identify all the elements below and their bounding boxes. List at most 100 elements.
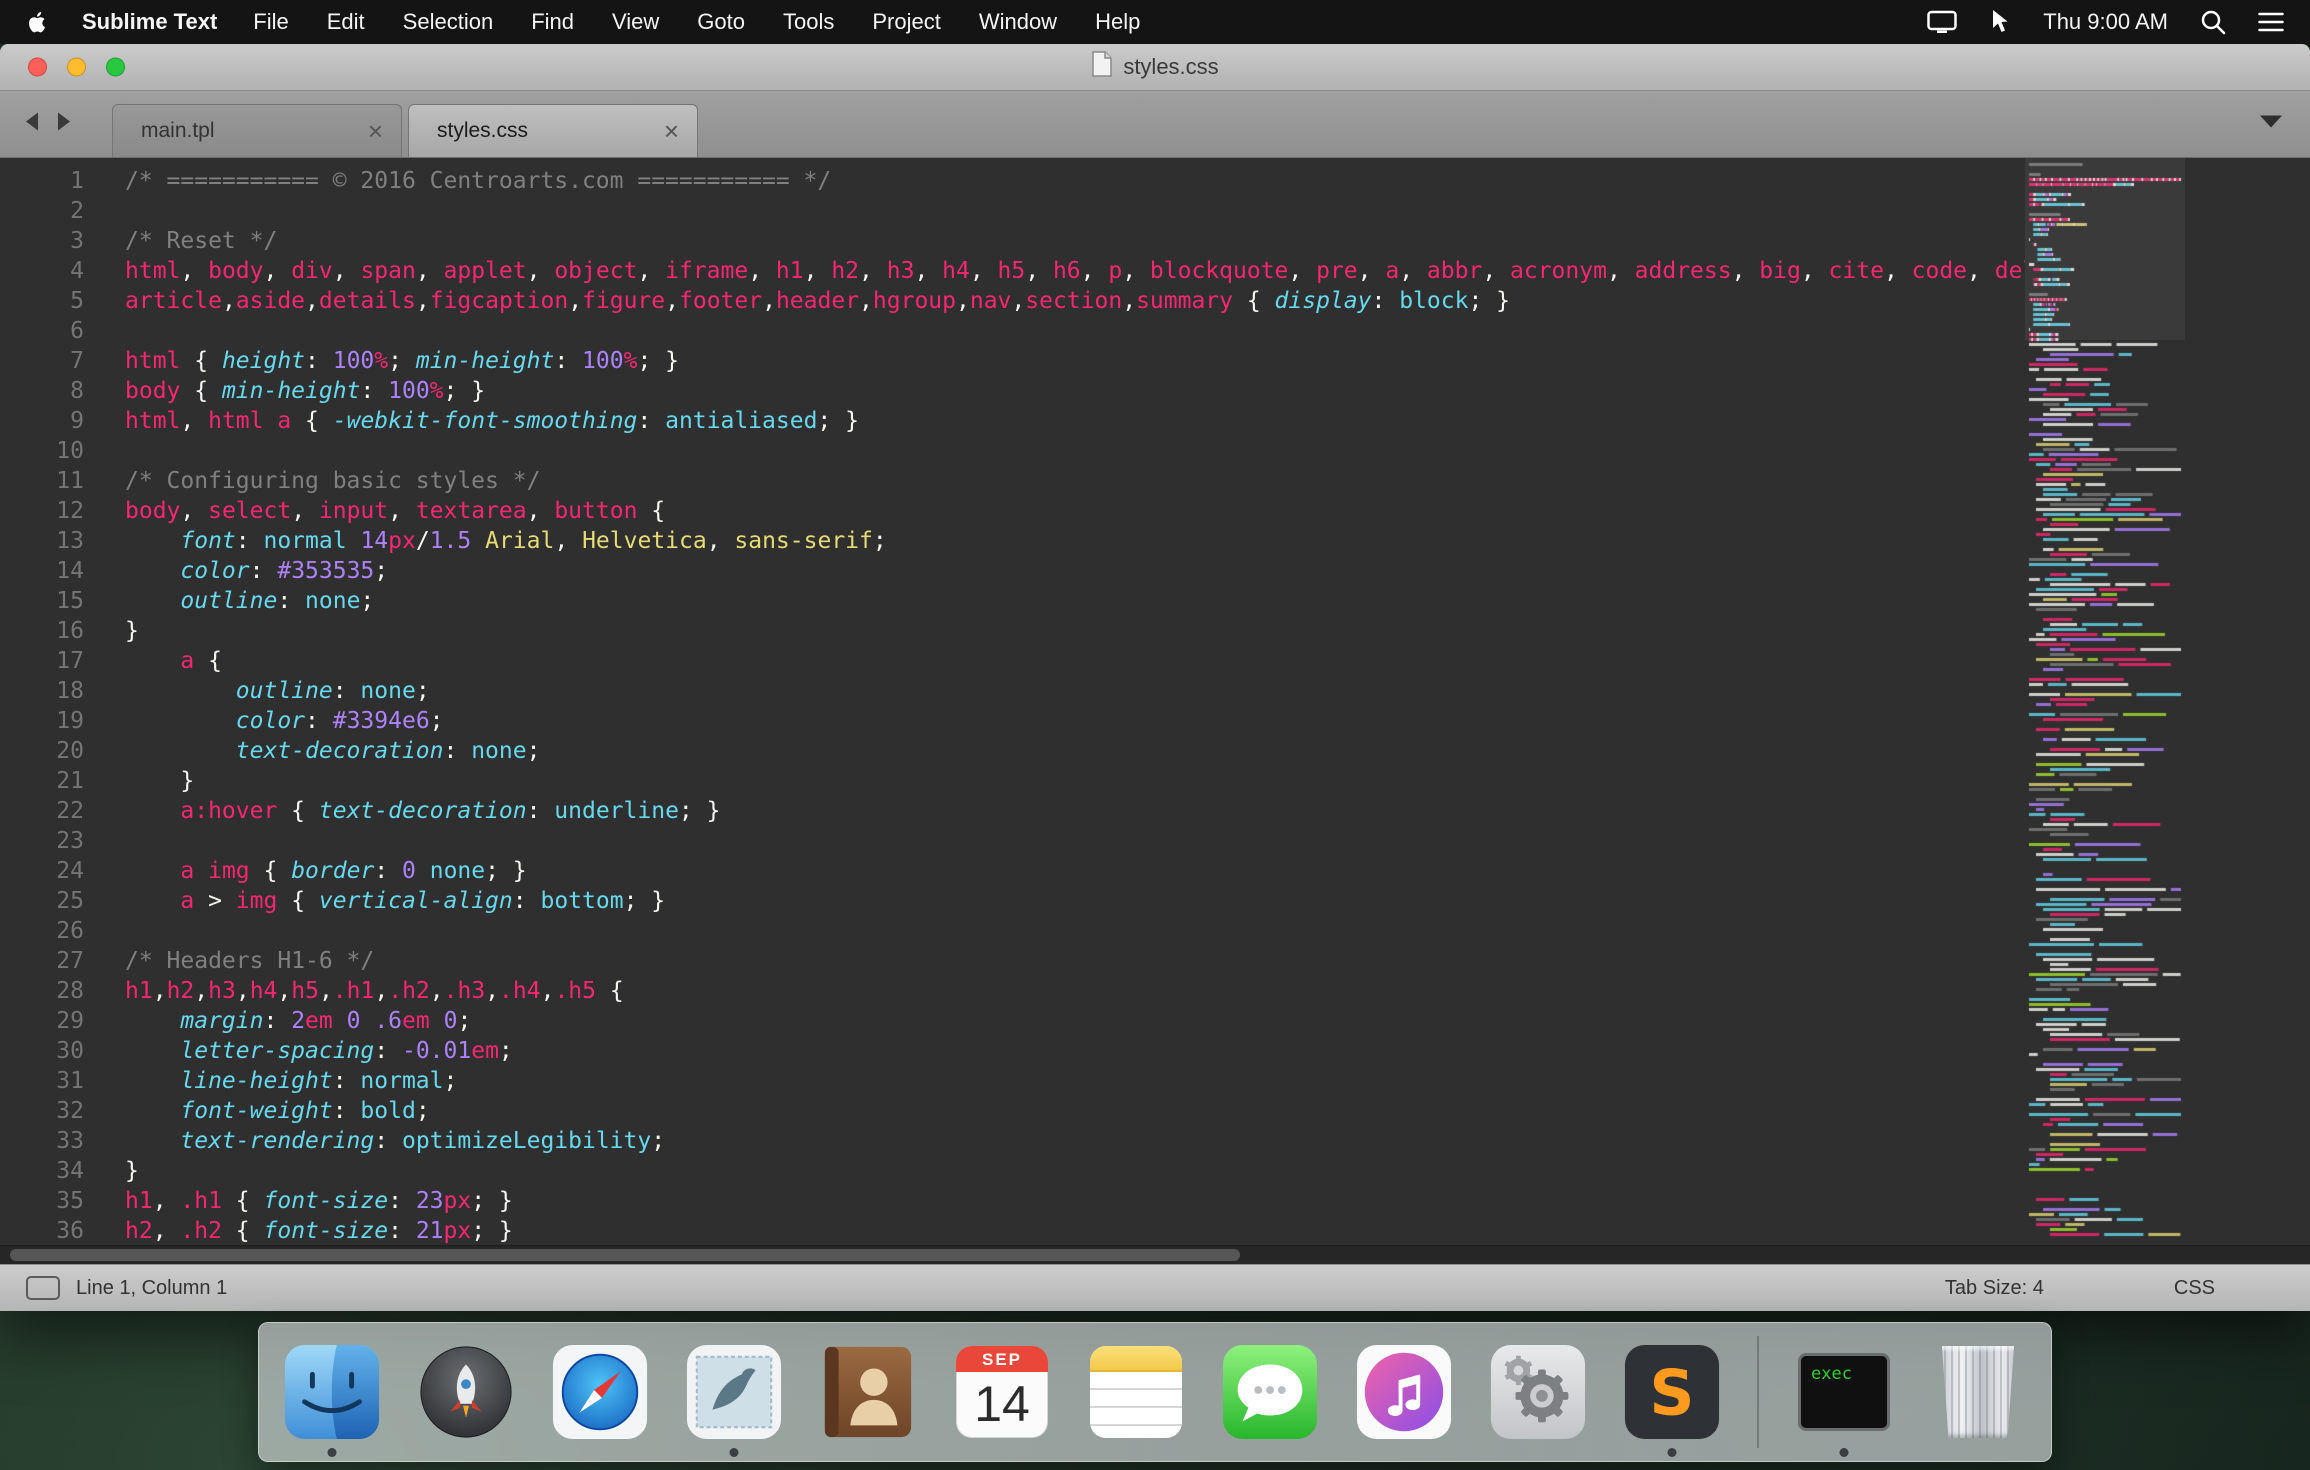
notification-center-icon[interactable] — [2258, 11, 2284, 33]
code-line: html, html a { -webkit-font-smoothing: a… — [125, 408, 859, 434]
code-line: /* Reset */ — [125, 228, 278, 254]
line-number: 11 — [56, 468, 84, 494]
spotlight-search-icon[interactable] — [2200, 9, 2226, 35]
cursor-icon[interactable] — [1989, 9, 2011, 35]
horizontal-scrollbar-thumb[interactable] — [10, 1249, 1240, 1261]
dock-calendar[interactable]: SEP 14 — [953, 1343, 1051, 1441]
line-number: 20 — [56, 738, 84, 764]
tab-close-icon[interactable]: × — [368, 118, 383, 144]
syntax-indicator[interactable]: CSS — [2174, 1277, 2215, 1300]
calendar-day: 14 — [974, 1376, 1030, 1432]
menu-item-selection[interactable]: Selection — [403, 9, 494, 35]
document-icon — [1091, 51, 1113, 83]
code-line: font: normal 14px/1.5 Arial, Helvetica, … — [180, 528, 887, 554]
dock-launchpad[interactable] — [417, 1343, 515, 1441]
dock-system-preferences[interactable] — [1489, 1343, 1587, 1441]
code-line: a { — [180, 648, 222, 674]
code-line: text-decoration: none; — [235, 738, 541, 764]
menu-bar-clock[interactable]: Thu 9:00 AM — [2043, 9, 2168, 35]
tab-main.tpl[interactable]: main.tpl × — [112, 104, 402, 157]
window-title-text: styles.css — [1123, 54, 1219, 79]
dock-itunes[interactable] — [1355, 1343, 1453, 1441]
active-app-menu[interactable]: Sublime Text — [82, 9, 217, 35]
line-number: 34 — [56, 1158, 84, 1184]
screen: Sublime Text File Edit Selection Find View Go… — [0, 0, 2310, 1470]
calendar-icon: SEP 14 — [956, 1346, 1048, 1438]
menu-item-goto[interactable]: Goto — [697, 9, 745, 35]
close-button[interactable] — [28, 57, 47, 77]
zoom-button[interactable] — [106, 57, 125, 77]
minimap-viewport[interactable] — [2025, 158, 2185, 340]
menu-item-tools[interactable]: Tools — [783, 9, 834, 35]
running-indicator — [327, 1448, 337, 1457]
dock-contacts[interactable] — [819, 1343, 917, 1441]
apple-menu-icon[interactable] — [26, 10, 46, 34]
code-editor[interactable]: 1 2 3 4 5 6 7 8 9 10 11 12 13 14 15 16 17 18 19 20 21 22 23 24 2… — [0, 158, 2310, 1245]
menu-item-file[interactable]: File — [253, 9, 288, 35]
tab-list-dropdown-icon[interactable] — [2258, 114, 2284, 135]
line-number: 19 — [56, 708, 84, 734]
dock-finder[interactable] — [283, 1343, 381, 1457]
code-line: a:hover { text-decoration: underline; } — [180, 798, 721, 824]
cursor-position-text: Line 1, Column 1 — [76, 1276, 228, 1299]
code-line: } — [125, 1158, 139, 1184]
line-number: 36 — [56, 1218, 84, 1244]
menu-item-window[interactable]: Window — [979, 9, 1057, 35]
line-number: 2 — [70, 198, 84, 224]
dock-exec[interactable]: exec — [1795, 1343, 1893, 1457]
code-lines[interactable]: /* =========== © 2016 Centroarts.com ===… — [100, 166, 2030, 1245]
tab-close-icon[interactable]: × — [664, 118, 679, 144]
line-number: 32 — [56, 1098, 84, 1124]
menu-item-find[interactable]: Find — [531, 9, 574, 35]
code-line: body, select, input, textarea, button { — [125, 498, 666, 524]
exec-terminal-icon: exec — [1798, 1353, 1890, 1431]
line-number: 23 — [56, 828, 84, 854]
tab-size-indicator[interactable]: Tab Size: 4 — [1945, 1277, 2044, 1300]
display-icon[interactable] — [1927, 10, 1957, 34]
forward-arrow-icon[interactable] — [54, 111, 74, 138]
code-line: margin: 2em 0 .6em 0; — [180, 1008, 472, 1034]
menu-item-help[interactable]: Help — [1095, 9, 1140, 35]
code-line: line-height: normal; — [180, 1068, 458, 1094]
code-line: html, body, div, span, applet, object, i… — [125, 258, 2030, 284]
line-number: 29 — [56, 1008, 84, 1034]
menu-bar: Sublime Text File Edit Selection Find View Go… — [0, 0, 2310, 44]
tabs: main.tpl × styles.css × — [112, 104, 704, 157]
line-number: 7 — [70, 348, 84, 374]
dock: SEP 14 S exec — [258, 1322, 2052, 1462]
line-number: 35 — [56, 1188, 84, 1214]
code-line: font-weight: bold; — [180, 1098, 430, 1124]
line-number: 14 — [56, 558, 84, 584]
menu-bar-status-area: Thu 9:00 AM — [1927, 9, 2284, 35]
menu-item-project[interactable]: Project — [872, 9, 940, 35]
line-number: 26 — [56, 918, 84, 944]
dock-trash[interactable] — [1929, 1343, 2027, 1441]
minimap[interactable] — [2025, 158, 2185, 1245]
running-indicator — [1839, 1448, 1849, 1457]
dock-notes[interactable] — [1087, 1343, 1185, 1441]
line-number: 4 — [70, 258, 84, 284]
line-number: 10 — [56, 438, 84, 464]
sublime-text-window: styles.css main.tpl × styles.css × 12345678… — [0, 44, 2310, 1311]
window-title-bar[interactable]: styles.css — [0, 44, 2310, 91]
code-line: outline: none; — [180, 588, 375, 614]
dock-mail[interactable] — [685, 1343, 783, 1457]
dock-messages[interactable] — [1221, 1343, 1319, 1441]
line-number: 33 — [56, 1128, 84, 1154]
tab-styles.css[interactable]: styles.css × — [408, 104, 698, 157]
dock-sublime-text[interactable]: S — [1623, 1343, 1721, 1457]
dock-safari[interactable] — [551, 1343, 649, 1441]
svg-text:S: S — [1649, 1357, 1694, 1430]
line-number: 18 — [56, 678, 84, 704]
line-number: 1 — [70, 168, 84, 194]
menu-item-edit[interactable]: Edit — [327, 9, 365, 35]
minimize-button[interactable] — [67, 57, 86, 77]
line-number: 12 — [56, 498, 84, 524]
horizontal-scrollbar[interactable] — [0, 1245, 2310, 1264]
line-number: 28 — [56, 978, 84, 1004]
line-number: 9 — [70, 408, 84, 434]
menu-item-view[interactable]: View — [612, 9, 659, 35]
back-arrow-icon[interactable] — [22, 111, 42, 138]
